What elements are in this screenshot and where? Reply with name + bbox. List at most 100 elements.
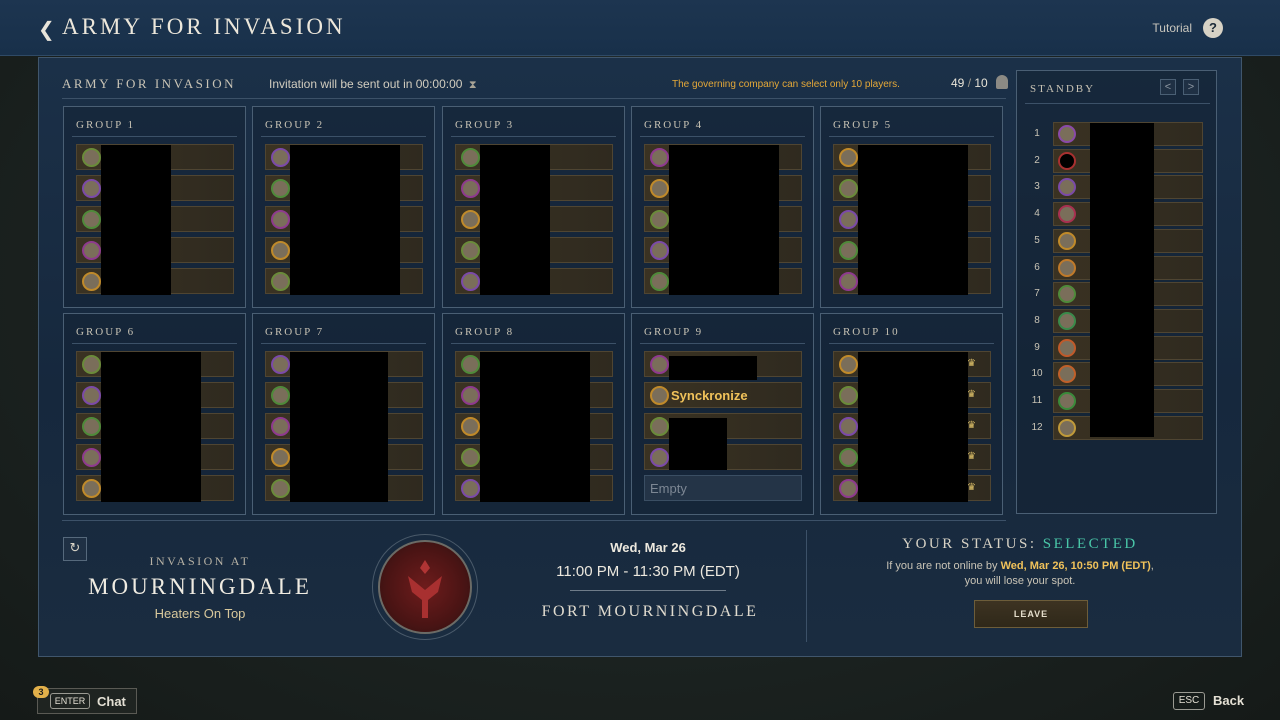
invasion-time: 11:00 PM - 11:30 PM (EDT): [556, 563, 740, 580]
player-avatar: [461, 272, 480, 291]
helmet-icon: [996, 75, 1008, 89]
player-avatar: [1058, 258, 1076, 277]
redacted-names: [480, 352, 590, 502]
chat-unread-badge: 3: [33, 686, 49, 698]
group-box: GROUP 8: [442, 313, 625, 515]
standby-number: 8: [1034, 314, 1040, 326]
player-avatar: [461, 479, 480, 498]
player-avatar: [461, 210, 480, 229]
standby-number: 4: [1034, 208, 1040, 220]
standby-number: 9: [1034, 341, 1040, 353]
status-value: SELECTED: [1042, 536, 1138, 552]
crown-icon[interactable]: ♛: [967, 358, 976, 369]
player-avatar: [650, 448, 669, 467]
player-avatar: [461, 417, 480, 436]
player-avatar: [839, 241, 858, 260]
player-avatar: [461, 241, 480, 260]
player-avatar: [271, 386, 290, 405]
redacted-names: [101, 145, 171, 295]
status-note-after: ,: [1150, 560, 1154, 572]
divider: [261, 343, 426, 344]
player-avatar: [461, 148, 480, 167]
standby-panel: STANDBY < > 1 2 3 4 5 6 7 8 9 10 11 12: [1016, 70, 1217, 514]
status-note: If you are not online by Wed, Mar 26, 10…: [820, 559, 1220, 589]
crown-icon[interactable]: ♛: [967, 389, 976, 400]
divider: [62, 98, 1006, 99]
player-avatar: [271, 272, 290, 291]
governing-company: Heaters On Top: [154, 606, 246, 621]
standby-number: 2: [1034, 154, 1040, 166]
player-avatar: [839, 417, 858, 436]
player-avatar: [271, 355, 290, 374]
group-title: GROUP 6: [76, 326, 136, 338]
divider: [72, 136, 237, 137]
standby-number: 10: [1031, 368, 1043, 380]
empty-slot[interactable]: Empty: [644, 475, 802, 501]
player-avatar: [650, 355, 669, 374]
standby-prev-button[interactable]: <: [1160, 79, 1176, 95]
status-block: YOUR STATUS: SELECTED If you are not onl…: [820, 536, 1220, 589]
player-avatar: [839, 386, 858, 405]
player-avatar: [650, 417, 669, 436]
player-avatar: [839, 479, 858, 498]
divider: [261, 136, 426, 137]
esc-key-hint: ESC: [1173, 692, 1205, 710]
player-count: 49 / 10: [951, 76, 988, 90]
player-avatar: [650, 148, 669, 167]
player-avatar: [82, 148, 101, 167]
standby-number: 5: [1034, 234, 1040, 246]
player-avatar: [650, 272, 669, 291]
player-avatar: [82, 210, 101, 229]
player-avatar: [1058, 311, 1076, 330]
help-icon[interactable]: ?: [1203, 18, 1223, 38]
leave-button[interactable]: LEAVE: [974, 600, 1088, 628]
player-avatar: [1058, 231, 1076, 250]
player-avatar: [839, 355, 858, 374]
crown-icon[interactable]: ♛: [967, 482, 976, 493]
player-avatar: [839, 179, 858, 198]
player-slot[interactable]: Synckronize: [644, 382, 802, 408]
player-avatar: [271, 210, 290, 229]
group-title: GROUP 8: [455, 326, 515, 338]
crown-icon[interactable]: ♛: [967, 451, 976, 462]
group-title: GROUP 3: [455, 119, 515, 131]
redacted-names: [669, 145, 779, 295]
group-title: GROUP 5: [833, 119, 893, 131]
player-avatar: [1058, 392, 1076, 410]
back-button[interactable]: Back: [1213, 693, 1244, 708]
enter-key-hint: ENTER: [50, 693, 90, 709]
faction-emblem: [378, 540, 472, 634]
tutorial-link[interactable]: Tutorial: [1152, 21, 1192, 35]
player-avatar: [82, 272, 101, 291]
divider: [451, 343, 616, 344]
divider: [806, 530, 807, 642]
player-avatar: [82, 355, 101, 374]
player-avatar: [82, 386, 101, 405]
standby-next-button[interactable]: >: [1183, 79, 1199, 95]
selection-notice: The governing company can select only 10…: [672, 79, 900, 90]
player-avatar: [1058, 418, 1076, 437]
player-avatar: [1058, 365, 1076, 384]
redacted-names: [480, 145, 550, 295]
group-title: GROUP 2: [265, 119, 325, 131]
crown-icon[interactable]: ♛: [967, 420, 976, 431]
player-avatar: [1058, 178, 1076, 197]
back-chevron-icon[interactable]: ❮: [38, 19, 55, 39]
player-avatar: [461, 448, 480, 467]
group-title: GROUP 7: [265, 326, 325, 338]
standby-number: 11: [1031, 395, 1043, 406]
standby-number: 12: [1031, 421, 1043, 433]
chat-label[interactable]: Chat: [97, 694, 126, 709]
player-avatar: [650, 386, 669, 405]
page-title: ARMY FOR INVASION: [62, 14, 346, 39]
group-box: GROUP 6: [63, 313, 246, 515]
player-avatar: [461, 386, 480, 405]
player-avatar: [271, 417, 290, 436]
status-label: YOUR STATUS: SELECTED: [820, 536, 1220, 553]
divider: [72, 343, 237, 344]
group-box: GROUP 4: [631, 106, 814, 308]
status-note-line2: you will lose your spot.: [964, 575, 1076, 587]
standby-number: 3: [1034, 181, 1040, 193]
divider: [640, 136, 805, 137]
player-avatar: [650, 179, 669, 198]
